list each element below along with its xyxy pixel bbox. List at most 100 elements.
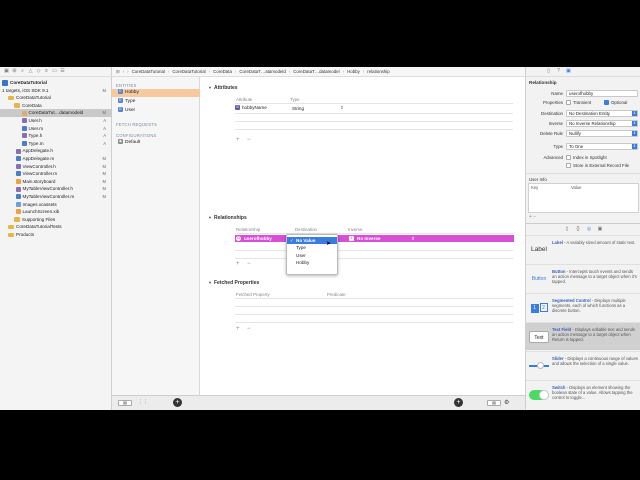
add-relationship-button[interactable]: +: [236, 261, 240, 267]
navigator-item[interactable]: Type.m A: [0, 140, 112, 147]
breadcrumb-item[interactable]: CoreDataTutorial: [172, 69, 205, 74]
add-entity-button[interactable]: +: [173, 398, 182, 407]
fetch-requests-header: FETCH REQUESTS: [116, 122, 157, 127]
name-field[interactable]: userofhobby: [566, 90, 638, 97]
related-items-icon[interactable]: ⊞: [116, 69, 120, 75]
debug-icon[interactable]: ≡: [44, 69, 49, 74]
navigator-item[interactable]: Type.h A: [0, 132, 112, 139]
add-fetched-property-button[interactable]: +: [236, 326, 240, 332]
graph-style-button[interactable]: ⚙: [504, 399, 509, 406]
library-item[interactable]: Label Label - A variably sized amount of …: [526, 235, 640, 263]
relationships-section-title[interactable]: ▼ Relationships: [208, 215, 247, 221]
navigator-item[interactable]: Main.storyboard M: [0, 178, 112, 185]
navigator-item[interactable]: 1 targets, iOS SDK 9.1 M: [0, 87, 112, 94]
breadcrumb-item[interactable]: CoreDataT…atamodeld: [239, 69, 285, 74]
user-info-table[interactable]: Key Value: [528, 183, 639, 213]
navigator-item[interactable]: ViewController.m M: [0, 170, 112, 177]
attribute-column-header[interactable]: Attribute: [236, 97, 252, 102]
navigator-item[interactable]: User.h A: [0, 117, 112, 124]
destination-option[interactable]: Hobby: [287, 259, 337, 266]
code-snippet-icon[interactable]: {}: [576, 226, 581, 232]
remove-attribute-button[interactable]: −: [247, 137, 251, 143]
configuration-default[interactable]: ◉ Default: [112, 139, 200, 147]
navigator-item[interactable]: User.m A: [0, 125, 112, 132]
type-stepper-icon[interactable]: ⇕: [340, 105, 344, 111]
outline-style-toggle[interactable]: ▤: [118, 400, 132, 406]
breadcrumb-item[interactable]: CoreDataT…datamodel: [293, 69, 339, 74]
value-column-header[interactable]: Value: [571, 185, 581, 190]
breadcrumb-item[interactable]: relationship: [367, 69, 389, 74]
navigator-item[interactable]: CoreDataTut…datamodeld M: [0, 109, 112, 117]
library-item[interactable]: Switch - Displays an element showing the…: [526, 380, 640, 408]
collapse-icon[interactable]: ⋮⋮: [138, 399, 148, 405]
warning-icon[interactable]: △: [28, 69, 33, 74]
navigator-item[interactable]: AppDelegate.m M: [0, 155, 112, 162]
fetched-properties-section-title[interactable]: ▼ Fetched Properties: [208, 280, 259, 286]
entity-item[interactable]: E User: [112, 107, 200, 115]
relationship-row[interactable]: O userofhobby ⇕ No Inverse ⇕: [235, 235, 514, 242]
destination-column-header[interactable]: Destination: [295, 227, 317, 232]
inverse-select[interactable]: No Inverse Relationship ⇕: [566, 120, 638, 127]
entity-item[interactable]: E Hobby: [112, 89, 200, 97]
report-icon[interactable]: ☰: [60, 69, 65, 74]
predicate-column-header[interactable]: Predicate: [327, 292, 346, 297]
breadcrumb-item[interactable]: CoreData: [213, 69, 232, 74]
navigator-item[interactable]: Images.xcassets: [0, 201, 112, 208]
library-item[interactable]: Text Text Field - Displays editable text …: [526, 322, 640, 350]
external-record-checkbox[interactable]: [566, 163, 571, 168]
navigator-item[interactable]: CoreData: [0, 102, 112, 109]
navigator-item[interactable]: Products: [0, 231, 112, 238]
navigator-item[interactable]: CoreDataTutorial: [0, 79, 112, 86]
navigator-item[interactable]: MyTableViewController.m M: [0, 193, 112, 200]
object-library-icon[interactable]: ◎: [587, 226, 592, 232]
delete-rule-select[interactable]: Nullify ⇕: [566, 130, 638, 137]
destination-select[interactable]: No Destination Entity ⇕: [566, 110, 638, 117]
test-icon[interactable]: ◇: [36, 69, 41, 74]
navigator-item[interactable]: Supporting Files: [0, 216, 112, 223]
library-item[interactable]: Button Button - Intercepts touch events a…: [526, 264, 640, 292]
table-style-button[interactable]: ▤: [487, 400, 501, 406]
fetched-property-column-header[interactable]: Fetched Property: [236, 292, 270, 297]
remove-fetched-property-button[interactable]: −: [247, 326, 251, 332]
folder-icon[interactable]: ▣: [4, 69, 9, 74]
type-column-header[interactable]: Type: [290, 97, 300, 102]
add-user-info-button[interactable]: + −: [529, 214, 536, 220]
type-select[interactable]: To One ⇕: [566, 143, 638, 150]
breadcrumb-item[interactable]: CoreDataTutorial: [132, 69, 165, 74]
navigator-item[interactable]: MyTableViewController.h M: [0, 185, 112, 192]
optional-checkbox[interactable]: [604, 100, 609, 105]
navigator-item[interactable]: LaunchScreen.xib: [0, 208, 112, 215]
add-attribute-button[interactable]: +: [236, 137, 240, 143]
symbol-icon[interactable]: ⊞: [12, 69, 17, 74]
navigator-item[interactable]: ViewController.h M: [0, 163, 112, 170]
add-attribute-circle-button[interactable]: +: [454, 398, 463, 407]
inverse-column-header[interactable]: Inverse: [348, 227, 362, 232]
index-spotlight-checkbox[interactable]: [566, 155, 571, 160]
breadcrumb-item[interactable]: Hobby: [347, 69, 360, 74]
inverse-stepper-icon[interactable]: ⇕: [349, 236, 354, 241]
navigator-item[interactable]: CoreDataTutorial: [0, 94, 112, 101]
transient-checkbox[interactable]: [566, 100, 571, 105]
navigator-item[interactable]: AppDelegate.h: [0, 147, 112, 154]
forward-arrow-icon[interactable]: ›: [127, 69, 128, 74]
breakpoint-icon[interactable]: ▭: [52, 69, 57, 74]
attributes-section-title[interactable]: ▼ Attributes: [208, 85, 238, 91]
remove-relationship-button[interactable]: −: [247, 261, 251, 267]
relationship-column-header[interactable]: Relationship: [236, 227, 260, 232]
navigator-item[interactable]: CoreDataTutorialTests: [0, 223, 112, 230]
entity-item[interactable]: E Type: [112, 98, 200, 106]
search-icon[interactable]: ⌕: [20, 69, 25, 74]
attribute-row[interactable]: ShobbyName: [235, 105, 267, 111]
destination-option[interactable]: User: [287, 252, 337, 259]
library-item[interactable]: Slider - Displays a continuous range of …: [526, 351, 640, 379]
key-column-header[interactable]: Key: [531, 185, 538, 190]
quick-help-icon[interactable]: ?: [556, 69, 561, 74]
media-library-icon[interactable]: ▣: [598, 226, 603, 232]
relationship-inverse[interactable]: No Inverse: [357, 235, 381, 242]
file-template-icon[interactable]: ▯: [565, 226, 570, 232]
file-inspector-icon[interactable]: ▯: [546, 69, 551, 74]
library-item[interactable]: 1 2 Segmented Control - Displays multiple …: [526, 293, 640, 321]
attribute-type-value[interactable]: String: [292, 106, 304, 111]
data-model-inspector-icon[interactable]: ▣: [566, 69, 571, 74]
back-arrow-icon[interactable]: ‹: [123, 69, 124, 74]
